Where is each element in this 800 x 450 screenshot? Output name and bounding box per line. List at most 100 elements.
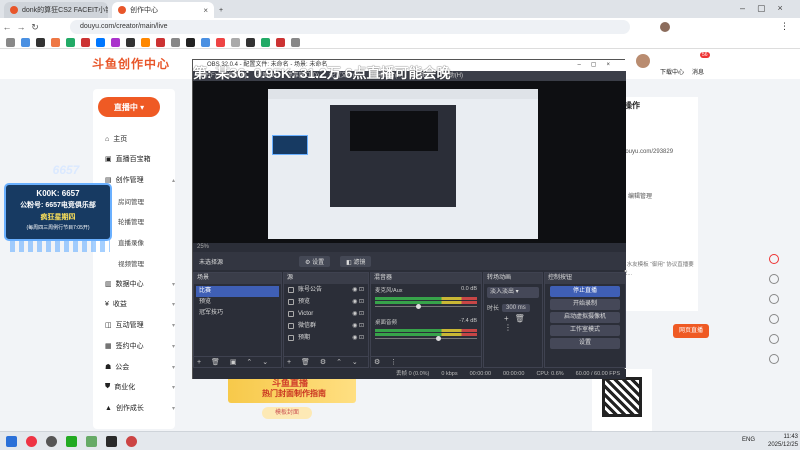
sidebar-item-guild[interactable]: ☗ 公会 ▾ [105, 362, 175, 372]
edit-manage-link[interactable]: 编辑管理 [628, 191, 652, 200]
volume-meter [375, 301, 477, 304]
user-avatar[interactable] [636, 54, 650, 68]
room-link[interactable]: douyu.com/293829 [622, 149, 673, 155]
volume-slider[interactable] [375, 304, 477, 312]
volume-meter [375, 297, 477, 300]
sidebar-item-interaction[interactable]: ◫ 互动管理 ▾ [105, 320, 175, 330]
sidebar-sub-recordings[interactable]: 直播录像 [118, 237, 144, 247]
monitor-icon[interactable] [769, 334, 779, 344]
app-icon[interactable] [86, 436, 97, 447]
start-icon[interactable] [6, 436, 17, 447]
help-icon[interactable] [769, 274, 779, 284]
sources-toolbar[interactable]: + 🗑 ⚙ ⌃ ⌄ [284, 356, 368, 367]
mixer-toolbar[interactable]: ⚙ ⋮ [371, 356, 481, 367]
sidebar-item-income[interactable]: ¥ 收益 ▾ [105, 299, 175, 309]
gift-icon[interactable] [769, 254, 779, 264]
transition-buttons[interactable]: +🗑⋮ [484, 314, 542, 332]
badge-decoration [10, 240, 110, 252]
mixer-channel-db: -7.4 dB [459, 318, 477, 324]
bookmarks-bar [0, 36, 800, 49]
obs-icon[interactable] [46, 436, 57, 447]
source-item[interactable]: 预览 ◉ ⊡ [284, 296, 368, 308]
messages-link[interactable]: 消息 [692, 67, 704, 76]
duration-label: 时长 [487, 306, 500, 312]
cpu-usage: CPU: 0.6% [536, 371, 564, 377]
card-title: 操作 [624, 101, 640, 110]
info-icon[interactable] [769, 294, 779, 304]
scene-item[interactable]: 预览 [196, 297, 279, 308]
back-icon[interactable]: ← [0, 22, 14, 32]
scene-item[interactable]: 比赛 [196, 286, 279, 297]
sidebar-sub-videos[interactable]: 视频管理 [118, 258, 144, 268]
new-tab-button[interactable]: + [216, 2, 230, 18]
transitions-title: 转场动画 [484, 273, 542, 284]
web-live-button[interactable]: 网页直播 [673, 324, 709, 338]
sidebar-sub-room[interactable]: 房间管理 [118, 196, 144, 206]
chrome-icon[interactable] [26, 436, 37, 447]
scene-item[interactable]: 冠军技巧 [196, 308, 279, 319]
clock-date: 2025/12/25 [768, 442, 799, 448]
language-indicator[interactable]: ENG [742, 437, 755, 443]
menu-icon[interactable]: ⋮ [780, 21, 789, 32]
clock-time: 11:43 [783, 434, 799, 440]
site-logo[interactable]: 斗鱼创作中心 [92, 55, 170, 72]
message-count-badge: 56 [700, 52, 710, 58]
zoom-level[interactable]: 25% [197, 244, 209, 250]
tab-donk[interactable]: donk的算狂CS2 FACEIT小镇 × [4, 2, 108, 18]
sidebar-sub-carousel[interactable]: 轮播管理 [118, 216, 144, 226]
source-item[interactable]: Victor ◉ ⊡ [284, 308, 368, 320]
reload-icon[interactable]: ↻ [28, 22, 42, 33]
close-icon[interactable]: × [203, 6, 208, 15]
volume-slider[interactable] [375, 336, 477, 344]
mixer-channel-name: 麦克风/Aux [375, 288, 403, 294]
contract-icon: ▦ [105, 343, 112, 350]
scenes-toolbar[interactable]: + 🗑 ▣ ⌃ ⌄ [194, 356, 281, 367]
source-item[interactable]: 预期 ◉ ⊡ [284, 332, 368, 344]
scrolling-ticker: 第: 某36: 0.95K: 31.2万 6点直播可能会晚 [193, 65, 451, 81]
sidebar-item-toolbox[interactable]: ▣ 直播百宝箱 [105, 154, 175, 164]
sidebar-item-contract[interactable]: ▦ 签约中心 ▾ [105, 341, 175, 351]
settings-button[interactable]: 设置 [550, 338, 620, 349]
live-status-button[interactable]: 直播中 ▾ [98, 97, 160, 117]
source-item[interactable]: 微信群 ◉ ⊡ [284, 320, 368, 332]
source-filters-button[interactable]: ◧ 滤镜 [340, 255, 372, 267]
address-bar-row: ← → ↻ douyu.com/creator/main/live ⋮ [0, 18, 800, 36]
download-center-link[interactable]: 下载中心 [660, 67, 684, 76]
headset-icon[interactable] [769, 314, 779, 324]
sidebar-item-commerce[interactable]: ⛊ 商业化 ▾ [105, 382, 175, 392]
window-controls[interactable]: –▢× [740, 3, 795, 14]
duration-input[interactable]: 300 ms [502, 303, 530, 312]
obs-window-controls[interactable]: –▢× [577, 60, 620, 71]
obs-preview[interactable] [193, 81, 626, 243]
studio-mode-button[interactable]: 工作室模式 [550, 325, 620, 336]
virtual-camera-button[interactable]: 启动虚拟摄像机 [550, 312, 620, 323]
profile-avatar[interactable] [660, 22, 670, 32]
browser-icon[interactable] [126, 436, 137, 447]
sidebar-item-growth[interactable]: ▲ 创作成长 ▾ [105, 403, 175, 413]
mixer-dock: 混音器 麦克风/Aux 0.0 dB 桌面音频 -7.4 dB ⚙ ⋮ [370, 272, 482, 368]
template-cover-button[interactable]: 模板封面 [262, 407, 312, 419]
chat-icon: ◫ [105, 322, 112, 329]
sidebar-item-creation[interactable]: ▤ 创作管理 ▴ [105, 175, 175, 185]
app-icon[interactable] [106, 436, 117, 447]
start-recording-button[interactable]: 开始录制 [550, 299, 620, 310]
taskbar-clock[interactable]: 11:43 2025/12/25 [768, 433, 798, 449]
url-field[interactable]: douyu.com/creator/main/live [70, 20, 630, 34]
growth-icon: ▲ [105, 404, 112, 412]
sidebar-item-data[interactable]: ▥ 数据中心 ▾ [105, 279, 175, 289]
tab-creator-center[interactable]: 创作中心 × [112, 2, 214, 18]
top-icon[interactable] [769, 354, 779, 364]
eye-icon: ◉ ⊡ [352, 335, 364, 341]
wechat-icon[interactable] [66, 436, 77, 447]
source-item[interactable]: 账号公告 ◉ ⊡ [284, 284, 368, 296]
banner-subtitle: 热门封面制作指南 [262, 389, 326, 398]
forward-icon[interactable]: → [14, 22, 28, 32]
stop-streaming-button[interactable]: 停止直播 [550, 286, 620, 297]
home-icon: ⌂ [105, 135, 110, 143]
transition-select[interactable]: 淡入淡出 ▾ [487, 287, 539, 298]
source-settings-button[interactable]: ⚙ 设置 [299, 255, 331, 267]
eye-icon: ◉ ⊡ [352, 287, 364, 293]
right-utility-rail [764, 250, 784, 370]
fps: 60.00 / 60.00 FPS [575, 371, 620, 377]
sidebar-item-home[interactable]: ⌂ 主页 [105, 134, 175, 144]
